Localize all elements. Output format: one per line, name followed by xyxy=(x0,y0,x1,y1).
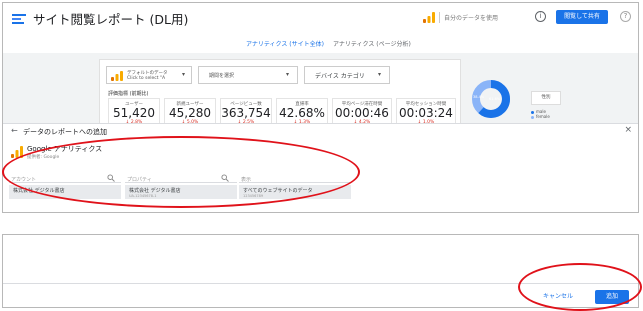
footer-divider xyxy=(3,283,638,284)
kpi-section-title: 評価指標 (前期比) xyxy=(108,91,149,97)
kpi-value: 00:03:24 xyxy=(399,106,453,120)
share-button[interactable]: 閲覧して共有 xyxy=(556,10,608,24)
google-analytics-icon xyxy=(11,146,23,158)
kpi-avg-session-duration[interactable]: 平均セッション時間 00:03:24 ↓ 1.0% xyxy=(396,98,456,125)
add-data-panel: ← データのレポートへの追加 × Google アナリティクス 提供者: Goo… xyxy=(3,123,638,212)
analytics-icon xyxy=(111,71,123,81)
column-divider xyxy=(125,182,237,183)
view-row-selected[interactable]: すべてのウェブサイトのデータ 123456789 xyxy=(239,185,351,199)
panel-header: ← データのレポートへの追加 × xyxy=(3,124,638,138)
legend-dot xyxy=(531,115,534,119)
header-bar: サイト閲覧レポート (DL用) 自分のデータを使用 i 閲覧して共有 ? xyxy=(3,3,638,31)
period-label: 期間を選択 xyxy=(209,73,235,79)
kpi-value: 45,280 xyxy=(169,106,211,120)
kpi-value: 363,754 xyxy=(221,106,271,120)
kpi-bounce-rate[interactable]: 直帰率 42.68% ↓ 1.3% xyxy=(276,98,328,125)
kpi-new-users[interactable]: 新規ユーザー 45,280 ↓ 5.0% xyxy=(164,98,216,125)
device-category-filter[interactable]: デバイス カテゴリ ▾ xyxy=(304,66,390,84)
panel-footer-screenshot: キャンセル 追加 xyxy=(2,234,639,308)
kpi-users[interactable]: ユーザー 51,420 ↓ 2.8% xyxy=(108,98,160,125)
help-icon[interactable]: ? xyxy=(620,11,631,22)
analytics-data-icon[interactable] xyxy=(423,12,435,23)
connector-name: Google アナリティクス xyxy=(27,145,103,153)
looker-studio-logo-icon xyxy=(12,14,26,24)
tab-page-analysis[interactable]: アナリティクス (ページ分析) xyxy=(333,39,411,48)
device-category-label: デバイス カテゴリ xyxy=(315,73,365,80)
column-divider xyxy=(239,182,351,183)
page-tabs: アナリティクス (サイト全体) アナリティクス (ページ分析) xyxy=(3,31,638,53)
chevron-down-icon: ▾ xyxy=(377,71,381,78)
kpi-avg-time-on-page[interactable]: 平均ページ滞在時間 00:00:46 ↓ 4.2% xyxy=(332,98,392,125)
legend-label: female xyxy=(536,114,550,119)
kpi-card: デフォルトのデータ Click to select "A ▾ 期間を選択 ▾ デ… xyxy=(99,59,461,125)
legend-title-box: 性別 xyxy=(531,91,561,105)
account-name: 株式会社 デジタル書店 xyxy=(13,188,65,194)
close-icon[interactable]: × xyxy=(624,125,632,135)
kpi-value: 51,420 xyxy=(113,106,155,120)
data-source-hint: Click to select "A xyxy=(127,76,166,81)
panel-title: データのレポートへの追加 xyxy=(23,128,107,136)
add-button[interactable]: 追加 xyxy=(595,290,629,304)
use-own-data-button[interactable]: 自分のデータを使用 xyxy=(444,13,498,22)
data-source-selector[interactable]: デフォルトのデータ Click to select "A ▾ xyxy=(106,66,192,84)
property-name: 株式会社 デジタル書店 xyxy=(129,188,181,194)
chevron-down-icon: ▾ xyxy=(181,71,185,78)
kpi-value: 00:00:46 xyxy=(335,106,389,120)
back-arrow-icon[interactable]: ← xyxy=(11,126,18,135)
column-divider xyxy=(9,182,121,183)
cancel-button[interactable]: キャンセル xyxy=(535,290,581,304)
view-id: 123456789 xyxy=(243,194,264,198)
search-icon[interactable] xyxy=(107,174,115,182)
kpi-value: 42.68% xyxy=(279,106,325,120)
kpi-pageviews[interactable]: ページビュー数 363,754 ↓ 2.5% xyxy=(220,98,272,125)
donut-left-label: 38.4% xyxy=(473,95,485,99)
header-divider xyxy=(439,12,440,23)
report-canvas: デフォルトのデータ Click to select "A ▾ 期間を選択 ▾ デ… xyxy=(3,53,638,125)
legend-item-female: female xyxy=(531,114,550,119)
donut-center-label: 61.6% xyxy=(489,97,501,101)
property-row-selected[interactable]: 株式会社 デジタル書店 UA-12345678-1 xyxy=(125,185,237,199)
view-name: すべてのウェブサイトのデータ xyxy=(243,188,313,194)
connector-provider: 提供者: Google xyxy=(27,155,60,160)
chevron-down-icon: ▾ xyxy=(285,71,289,78)
property-id: UA-12345678-1 xyxy=(129,194,157,198)
account-row-selected[interactable]: 株式会社 デジタル書店 xyxy=(9,185,121,199)
info-icon[interactable]: i xyxy=(535,11,546,22)
search-icon[interactable] xyxy=(221,174,229,182)
tab-site-overall[interactable]: アナリティクス (サイト全体) xyxy=(246,39,324,48)
period-selector[interactable]: 期間を選択 ▾ xyxy=(198,66,298,84)
report-editor-screenshot: サイト閲覧レポート (DL用) 自分のデータを使用 i 閲覧して共有 ? アナリ… xyxy=(2,2,639,213)
page-title: サイト閲覧レポート (DL用) xyxy=(33,12,189,27)
